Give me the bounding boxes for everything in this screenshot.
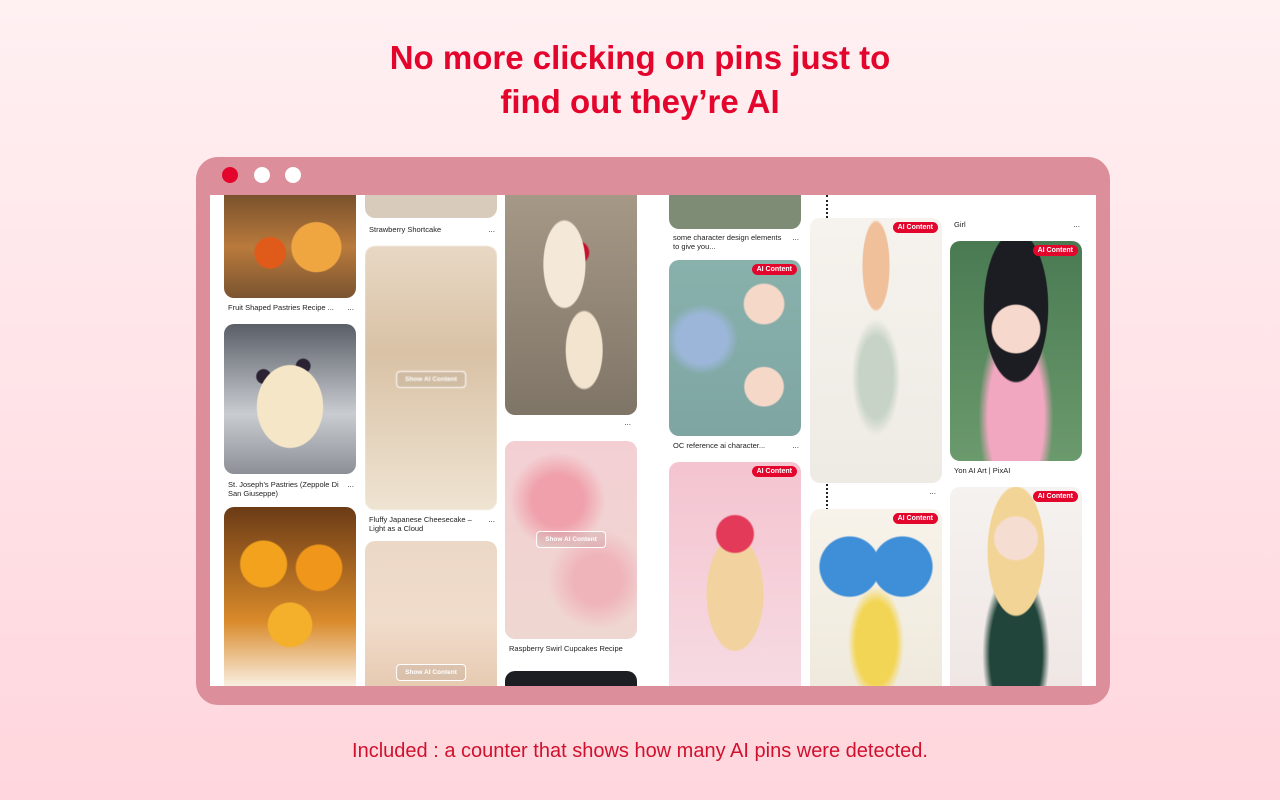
pin-card-hidden-ai[interactable]: Show AI Content [365,246,497,510]
headline: No more clicking on pins just to find ou… [0,36,1280,124]
pin-title: Raspberry Swirl Cupcakes Recipe [509,644,623,653]
pin-title: Yon AI Art | PixAI [954,466,1011,475]
more-options-icon[interactable]: ... [347,303,354,312]
pin-column-2: Strawberry Shortcake ... Show AI Content… [365,195,497,686]
pin-card[interactable] [505,195,637,415]
close-dot-icon[interactable] [222,167,238,183]
pin-title: Fluffy Japanese Cheesecake – Light as a … [369,515,472,533]
pin-card[interactable] [224,195,356,298]
show-ai-content-button[interactable]: Show AI Content [396,371,466,388]
column-gap [652,195,666,686]
pin-caption: St. Joseph's Pastries (Zeppole Di San Gi… [224,480,356,506]
pin-card-hidden-ai[interactable]: Show AI Content [505,441,637,639]
pin-title: OC reference ai character... [673,441,766,450]
more-options-icon[interactable]: ... [1073,220,1080,229]
show-ai-content-button[interactable]: Show AI Content [536,531,606,548]
pin-card-ai[interactable]: AI Content [669,260,801,436]
pin-caption: some character design elements to give y… [669,233,801,259]
more-options-icon[interactable]: ... [624,418,631,427]
more-options-icon[interactable]: ... [792,233,799,242]
ai-content-badge: AI Content [1032,245,1078,256]
pin-card[interactable] [365,195,497,218]
browser-window-frame: Fruit Shaped Pastries Recipe ... ... St.… [196,157,1110,705]
headline-line-1: No more clicking on pins just to [389,39,891,76]
feature-footnote: Included : a counter that shows how many… [352,740,928,762]
pin-column-1: Fruit Shaped Pastries Recipe ... ... St.… [224,195,356,686]
pin-column-5: AI Content ... AI Content [810,195,942,686]
pin-title: some character design elements to give y… [673,233,782,251]
more-options-icon[interactable]: ... [347,480,354,489]
pin-column-4: some character design elements to give y… [669,195,801,686]
more-options-icon[interactable]: ... [488,515,495,524]
minimize-dot-icon[interactable] [254,167,270,183]
maximize-dot-icon[interactable] [285,167,301,183]
pin-card-ai[interactable]: AI Content [669,462,801,686]
pin-card[interactable] [669,195,801,229]
pin-card[interactable] [224,507,356,686]
pin-caption: Raspberry Swirl Cupcakes Recipe [505,644,637,670]
pin-title: St. Joseph's Pastries (Zeppole Di San Gi… [228,480,339,498]
more-options-icon[interactable]: ... [929,487,936,496]
pin-card[interactable] [224,324,356,474]
more-options-icon[interactable]: ... [488,225,495,234]
ai-content-badge: AI Content [892,513,938,524]
pin-column-3: ... Show AI Content Raspberry Swirl Cupc… [505,195,637,686]
pin-card-ai[interactable]: AI Content [810,218,942,483]
more-options-icon[interactable]: ... [792,441,799,450]
headline-line-2: find out they’re AI [500,83,780,120]
show-ai-content-button[interactable]: Show AI Content [396,664,466,681]
pin-caption: Fluffy Japanese Cheesecake – Light as a … [365,515,497,541]
ai-content-badge: AI Content [751,466,797,477]
ai-content-badge: AI Content [751,264,797,275]
pin-card[interactable] [505,671,637,686]
pin-card-hidden-ai[interactable]: Show AI Content [365,541,497,686]
pin-title: Strawberry Shortcake [369,225,442,234]
pin-title: Girl [954,220,966,229]
pin-card-ai[interactable]: AI Content [950,241,1082,461]
pin-column-6: Girl ... AI Content Yon AI Art | PixAI A… [950,195,1082,686]
pin-card-ai[interactable]: AI Content [950,487,1082,686]
pin-card-ai[interactable]: AI Content [810,509,942,686]
pin-grid: Fruit Shaped Pastries Recipe ... ... St.… [210,195,1096,686]
ai-content-badge: AI Content [1032,491,1078,502]
ai-content-badge: AI Content [892,222,938,233]
pin-title: Fruit Shaped Pastries Recipe ... [228,303,334,312]
